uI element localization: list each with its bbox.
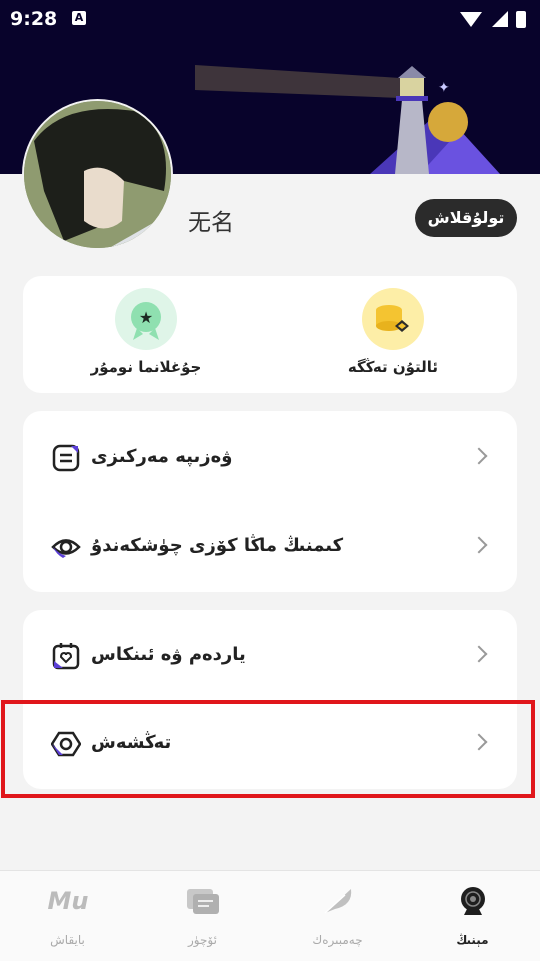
status-time: 9:28 [10,8,58,30]
tab-messages[interactable]: ئۆچۈر [135,871,270,961]
gold-coins-icon [362,288,424,350]
chevron-right-icon [470,536,488,554]
bottom-tab-bar: Mu بايقاش ئۆچۈر چەمبىرەك مېنىڭ [0,870,540,961]
tab-circle-label: چەمبىرەك [312,933,363,947]
task-center-row[interactable]: ۋەزىپە مەركىزى [23,413,517,503]
wifi-icon [460,12,482,27]
help-heart-icon [52,643,80,670]
settings-row[interactable]: تەڭشەش [23,699,517,789]
award-badge-icon: ★ [115,288,177,350]
tab-discover-label: بايقاش [50,933,85,947]
visitors-label: كىمنىڭ ماڭا كۆزى چۈشكەندۇ [91,535,344,556]
notification-icon: A [72,11,86,25]
tab-circle[interactable]: چەمبىرەك [270,871,405,961]
profile-cam-icon [460,887,485,915]
tab-discover[interactable]: Mu بايقاش [0,871,135,961]
help-feedback-label: ياردەم ۋە ئىنكاس [91,644,246,665]
tab-mine[interactable]: مېنىڭ [405,871,540,961]
tab-messages-label: ئۆچۈر [188,933,217,947]
settings-label: تەڭشەش [91,732,172,753]
eye-icon [51,539,81,558]
visitors-row[interactable]: كىمنىڭ ماڭا كۆزى چۈشكەندۇ [23,502,517,592]
svg-text:Mu: Mu [47,887,88,915]
svg-text:✦: ✦ [438,80,450,96]
login-button[interactable]: تولۇقلاش [415,199,517,237]
messages-icon [186,889,219,914]
tab-mine-label: مېنىڭ [456,933,489,947]
settings-hex-icon [51,731,81,757]
menu-group-2: ياردەم ۋە ئىنكاس تەڭشەش [23,610,517,789]
chevron-right-icon [470,447,488,465]
points-button[interactable]: ★ جۇغلانما نومۇر [76,288,216,376]
status-icons [458,8,528,34]
signal-icon [492,11,508,27]
help-feedback-row[interactable]: ياردەم ۋە ئىنكاس [23,611,517,701]
username: 无名 [188,210,234,236]
status-bar: 9:28 A [0,0,540,36]
task-list-icon [52,444,80,472]
avatar[interactable] [22,99,173,250]
chevron-right-icon [470,733,488,751]
svg-text:★: ★ [139,308,153,327]
coins-label: ئالتۇن تەڭگە [347,358,439,376]
points-label: جۇغلانما نومۇر [90,358,202,376]
coins-button[interactable]: ئالتۇن تەڭگە [323,288,463,376]
menu-group-1: ۋەزىپە مەركىزى كىمنىڭ ماڭا كۆزى چۈشكەندۇ [23,411,517,592]
quick-actions-card: ★ جۇغلانما نومۇر ئالتۇن تەڭگە [23,276,517,393]
task-center-label: ۋەزىپە مەركىزى [91,446,233,467]
chevron-right-icon [470,645,488,663]
mu-logo-icon: Mu [47,887,88,915]
feather-icon [323,889,351,914]
battery-icon [516,11,526,28]
